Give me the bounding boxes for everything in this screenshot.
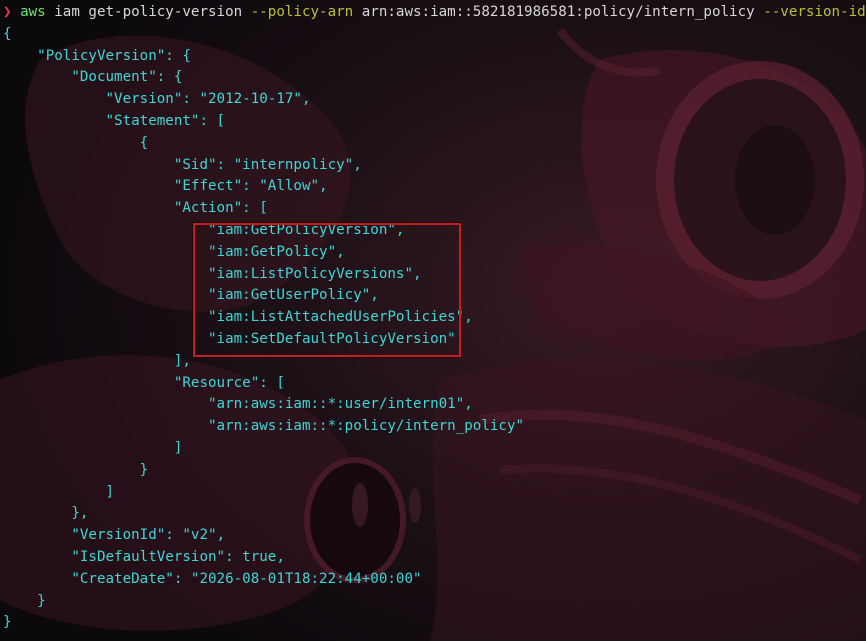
json-line: }	[3, 592, 46, 609]
json-line: ]	[3, 439, 183, 456]
command-program: aws	[20, 4, 46, 20]
json-line: "IsDefaultVersion": true,	[3, 548, 285, 565]
json-line: "CreateDate": "2026-08-01T18:22:44+00:00…	[3, 570, 422, 587]
json-line: "arn:aws:iam::*:policy/intern_policy"	[3, 418, 525, 435]
command-line: ❯ aws iam get-policy-version --policy-ar…	[3, 2, 866, 24]
json-line: },	[3, 505, 89, 522]
json-line: "Resource": [	[3, 374, 285, 391]
json-line: "Sid": "internpolicy",	[3, 156, 362, 173]
json-line: "arn:aws:iam::*:user/intern01",	[3, 396, 473, 413]
terminal-window[interactable]: ❯ aws iam get-policy-version --policy-ar…	[0, 0, 866, 641]
json-line: "Version": "2012-10-17",	[3, 91, 311, 108]
json-line: }	[3, 461, 149, 478]
json-line: "Action": [	[3, 200, 268, 217]
json-line: }	[3, 614, 12, 631]
json-line: "Document": {	[3, 69, 183, 86]
command-arg-policy-arn: arn:aws:iam::582181986581:policy/intern_…	[353, 4, 764, 20]
json-line: "Statement": [	[3, 112, 226, 129]
json-line: ]	[3, 483, 115, 500]
action-highlight-box	[193, 223, 461, 357]
command-flag-policy-arn: --policy-arn	[250, 4, 354, 20]
json-line: "PolicyVersion": {	[3, 47, 191, 64]
json-line: "VersionId": "v2",	[3, 527, 226, 544]
json-line: {	[3, 25, 12, 42]
json-line: {	[3, 134, 149, 151]
command-subcommand: iam get-policy-version	[45, 4, 251, 20]
prompt-arrow-icon: ❯	[3, 4, 12, 20]
json-line: "Effect": "Allow",	[3, 178, 328, 195]
command-flag-version-id: --version-id	[763, 4, 866, 20]
